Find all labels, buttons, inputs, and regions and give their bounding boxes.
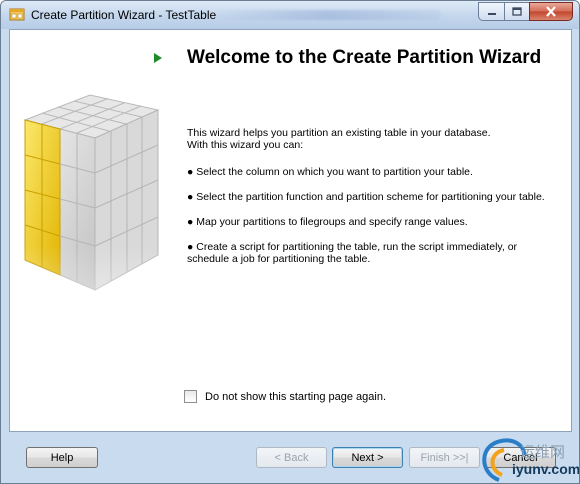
- back-button[interactable]: < Back: [256, 447, 327, 468]
- title-bar[interactable]: Create Partition Wizard - TestTable: [1, 1, 579, 29]
- minimize-button[interactable]: [478, 2, 504, 21]
- play-arrow-icon: [154, 53, 162, 63]
- minimize-icon: [487, 12, 496, 15]
- watermark-url: iyunv.com: [512, 461, 580, 477]
- bullet-item: ● Map your partitions to filegroups and …: [187, 216, 468, 228]
- title-bar-blur: [216, 10, 441, 20]
- do-not-show-checkbox[interactable]: [184, 390, 197, 403]
- page-heading: Welcome to the Create Partition Wizard: [187, 47, 542, 68]
- bullet-item: ● Select the column on which you want to…: [187, 166, 473, 178]
- do-not-show-option[interactable]: Do not show this starting page again.: [184, 390, 386, 403]
- bullet-item: ● Create a script for partitioning the t…: [187, 241, 518, 265]
- close-button[interactable]: [529, 2, 573, 21]
- app-icon: [9, 8, 25, 21]
- intro-text: This wizard helps you partition an exist…: [187, 127, 559, 151]
- maximize-icon: [512, 6, 522, 16]
- window-title: Create Partition Wizard - TestTable: [31, 8, 217, 22]
- watermark-text: 运维网: [520, 444, 566, 461]
- do-not-show-label[interactable]: Do not show this starting page again.: [205, 391, 386, 403]
- finish-button[interactable]: Finish >>|: [409, 447, 480, 468]
- help-button[interactable]: Help: [26, 447, 98, 468]
- caption-buttons: [478, 2, 573, 22]
- close-icon: [546, 6, 556, 17]
- intro-line: With this wizard you can:: [187, 139, 304, 151]
- maximize-button[interactable]: [504, 2, 529, 21]
- wizard-window: Create Partition Wizard - TestTable Welc…: [0, 0, 580, 484]
- next-button[interactable]: Next >: [332, 447, 403, 468]
- bullet-item: ● Select the partition function and part…: [187, 191, 545, 203]
- partition-cube-illustration: [10, 80, 180, 380]
- wizard-content: Welcome to the Create Partition Wizard T…: [9, 29, 572, 432]
- intro-line: This wizard helps you partition an exist…: [187, 127, 491, 139]
